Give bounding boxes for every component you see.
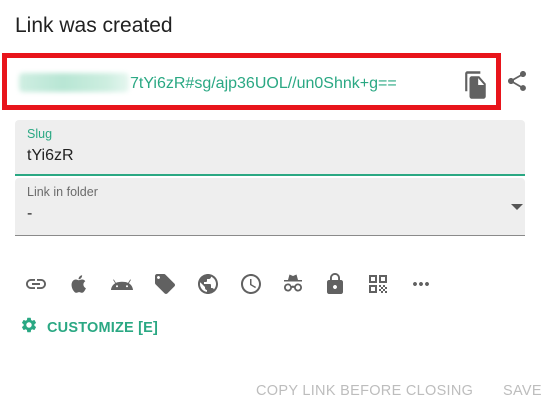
created-link-text: 7tYi6zR#sg/ajp36UOL//un0Shnk+g== [130, 75, 397, 92]
customize-label: CUSTOMIZE [E] [47, 319, 159, 336]
folder-select[interactable]: Link in folder - [15, 178, 525, 236]
dialog-title: Link was created [15, 14, 173, 37]
share-icon[interactable] [505, 67, 529, 95]
link-icon[interactable] [24, 272, 48, 296]
apple-icon[interactable] [67, 272, 91, 296]
qr-code-icon[interactable] [366, 272, 390, 296]
slug-input[interactable] [27, 147, 497, 165]
copy-link-before-closing-button[interactable]: COPY LINK BEFORE CLOSING [256, 383, 473, 399]
created-link-box: 7tYi6zR#sg/ajp36UOL//un0Shnk+g== [2, 53, 501, 110]
android-icon[interactable] [110, 272, 134, 296]
globe-icon[interactable] [196, 272, 220, 296]
customize-button[interactable]: CUSTOMIZE [E] [20, 316, 158, 339]
folder-value: - [27, 205, 33, 222]
dropdown-arrow-icon[interactable] [511, 204, 523, 210]
gear-icon [20, 316, 38, 339]
blurred-domain [19, 73, 129, 92]
lock-icon[interactable] [323, 272, 347, 296]
created-link[interactable]: 7tYi6zR#sg/ajp36UOL//un0Shnk+g== [19, 73, 397, 93]
copy-icon[interactable] [463, 70, 489, 100]
tag-icon[interactable] [153, 272, 177, 296]
slug-field[interactable]: Slug [15, 120, 525, 176]
save-button[interactable]: SAVE [503, 383, 542, 399]
folder-label: Link in folder [27, 185, 98, 199]
clock-icon[interactable] [239, 272, 263, 296]
incognito-icon[interactable] [281, 272, 305, 296]
slug-label: Slug [27, 127, 53, 141]
more-icon[interactable] [409, 272, 433, 296]
